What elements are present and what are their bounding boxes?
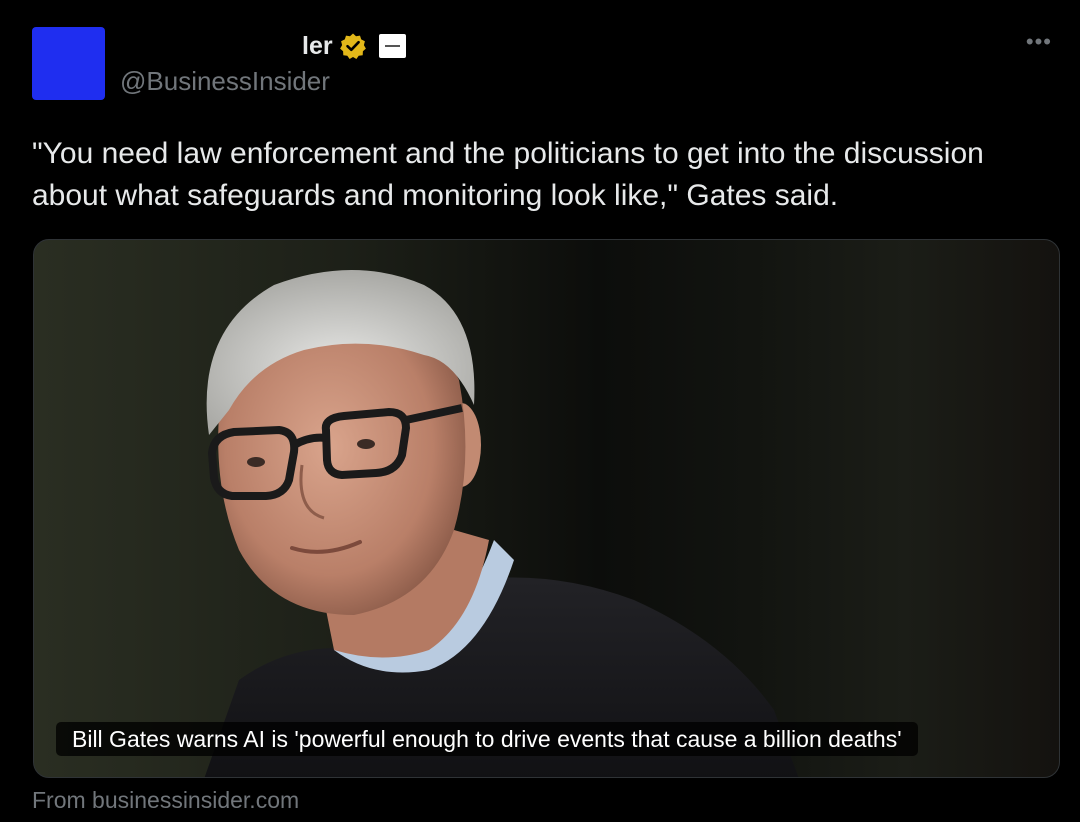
link-preview-card[interactable]: Bill Gates warns AI is 'powerful enough …: [33, 239, 1060, 778]
article-photo: [204, 270, 799, 777]
redacted-name: [120, 32, 300, 60]
author-handle[interactable]: @BusinessInsider: [120, 66, 330, 97]
article-headline[interactable]: Bill Gates warns AI is 'powerful enough …: [56, 722, 918, 756]
post: ler @BusinessInsider ••• "You need law e…: [0, 0, 1080, 822]
author-name-row[interactable]: ler: [120, 30, 406, 62]
more-options-icon[interactable]: •••: [1026, 30, 1052, 54]
avatar[interactable]: [32, 27, 105, 100]
link-source[interactable]: From businessinsider.com: [32, 787, 299, 814]
affiliate-badge-icon[interactable]: [378, 34, 406, 58]
verified-check-icon: [339, 32, 367, 60]
display-name[interactable]: ler: [302, 32, 333, 61]
post-text: "You need law enforcement and the politi…: [32, 137, 984, 212]
